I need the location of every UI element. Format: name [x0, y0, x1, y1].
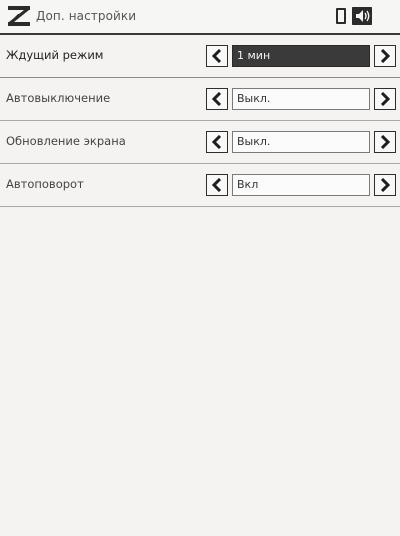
setting-label: Автоповорот [6, 177, 84, 191]
previous-value-button[interactable] [206, 88, 228, 110]
next-value-button[interactable] [374, 88, 396, 110]
setting-row-auto-rotate[interactable]: Автоповорот Вкл [0, 164, 400, 207]
setting-label: Автовыключение [6, 91, 111, 105]
chevron-right-icon [380, 92, 391, 106]
chevron-right-icon [380, 135, 391, 149]
chevron-right-icon [380, 49, 391, 63]
previous-value-button[interactable] [206, 45, 228, 67]
auto-rotate-value: Вкл [232, 174, 370, 196]
standby-value: 1 мин [232, 45, 370, 67]
battery-icon [336, 8, 346, 24]
chevron-left-icon [211, 49, 222, 63]
previous-value-button[interactable] [206, 174, 228, 196]
header-bar: Доп. настройки [0, 0, 400, 34]
settings-list: Ждущий режим 1 мин Автовыключение Выкл. … [0, 35, 400, 207]
screen-refresh-spinner[interactable]: Выкл. [206, 131, 396, 153]
sound-icon [352, 7, 372, 25]
next-value-button[interactable] [374, 131, 396, 153]
setting-label: Обновление экрана [6, 134, 126, 148]
next-value-button[interactable] [374, 174, 396, 196]
next-value-button[interactable] [374, 45, 396, 67]
app-logo-icon [8, 6, 30, 26]
chevron-left-icon [211, 178, 222, 192]
chevron-left-icon [211, 92, 222, 106]
auto-off-value: Выкл. [232, 88, 370, 110]
standby-spinner[interactable]: 1 мин [206, 45, 396, 67]
auto-rotate-spinner[interactable]: Вкл [206, 174, 396, 196]
page-title: Доп. настройки [36, 9, 137, 23]
chevron-left-icon [211, 135, 222, 149]
setting-row-auto-off[interactable]: Автовыключение Выкл. [0, 78, 400, 121]
chevron-right-icon [380, 178, 391, 192]
setting-label: Ждущий режим [6, 48, 104, 62]
auto-off-spinner[interactable]: Выкл. [206, 88, 396, 110]
screen-refresh-value: Выкл. [232, 131, 370, 153]
previous-value-button[interactable] [206, 131, 228, 153]
setting-row-screen-refresh[interactable]: Обновление экрана Выкл. [0, 121, 400, 164]
setting-row-standby[interactable]: Ждущий режим 1 мин [0, 35, 400, 78]
